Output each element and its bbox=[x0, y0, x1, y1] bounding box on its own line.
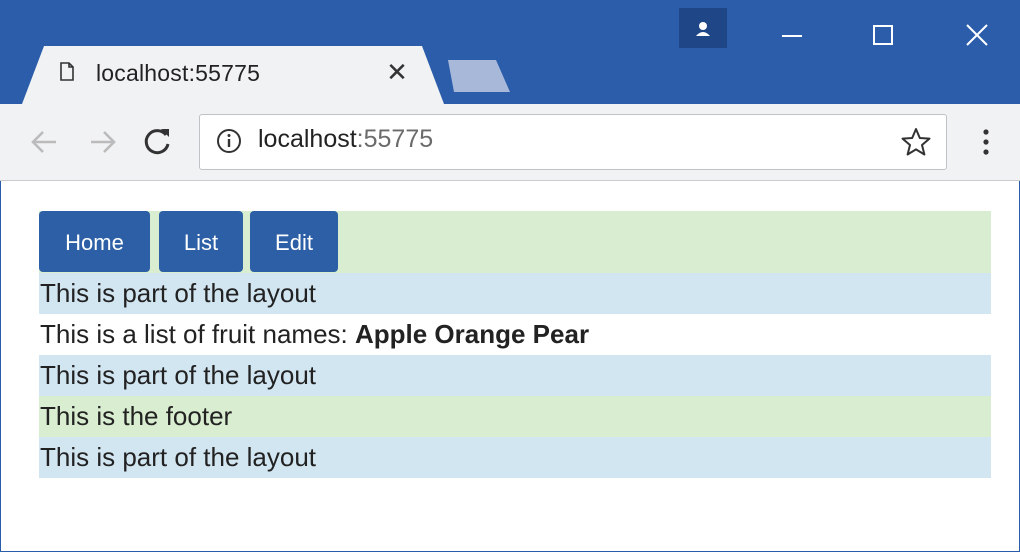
fruit-list-text: This is a list of fruit names: Apple Ora… bbox=[39, 314, 991, 355]
edit-button[interactable]: Edit bbox=[250, 211, 338, 272]
reload-icon[interactable] bbox=[139, 124, 175, 160]
close-icon[interactable]: ✕ bbox=[385, 58, 409, 86]
url-host: localhost bbox=[258, 125, 357, 153]
url-port: :55775 bbox=[356, 125, 434, 153]
fruit-list-prefix: This is a list of fruit names: bbox=[40, 319, 355, 349]
url-text: localhost:55775 bbox=[258, 125, 433, 154]
info-icon[interactable] bbox=[216, 128, 242, 154]
page-content: Home List Edit This is part of the layou… bbox=[39, 211, 991, 478]
back-icon[interactable] bbox=[26, 124, 62, 160]
profile-icon[interactable] bbox=[679, 8, 727, 48]
footer-text: This is the footer bbox=[39, 396, 991, 437]
forward-icon[interactable] bbox=[85, 124, 121, 160]
list-button[interactable]: List bbox=[159, 211, 243, 272]
nav-bar: Home List Edit bbox=[39, 211, 991, 273]
fruit-names: Apple Orange Pear bbox=[354, 319, 590, 349]
layout-text: This is part of the layout bbox=[39, 355, 991, 396]
star-icon[interactable] bbox=[900, 126, 932, 158]
menu-icon[interactable] bbox=[976, 124, 996, 160]
home-button[interactable]: Home bbox=[39, 211, 150, 272]
doc-icon bbox=[60, 62, 74, 81]
close-window-icon[interactable] bbox=[954, 14, 1000, 56]
minimize-icon[interactable] bbox=[769, 14, 815, 56]
tab-title: localhost:55775 bbox=[96, 60, 261, 86]
layout-text: This is part of the layout bbox=[39, 273, 991, 314]
maximize-icon[interactable] bbox=[860, 14, 906, 56]
layout-text: This is part of the layout bbox=[39, 437, 991, 478]
